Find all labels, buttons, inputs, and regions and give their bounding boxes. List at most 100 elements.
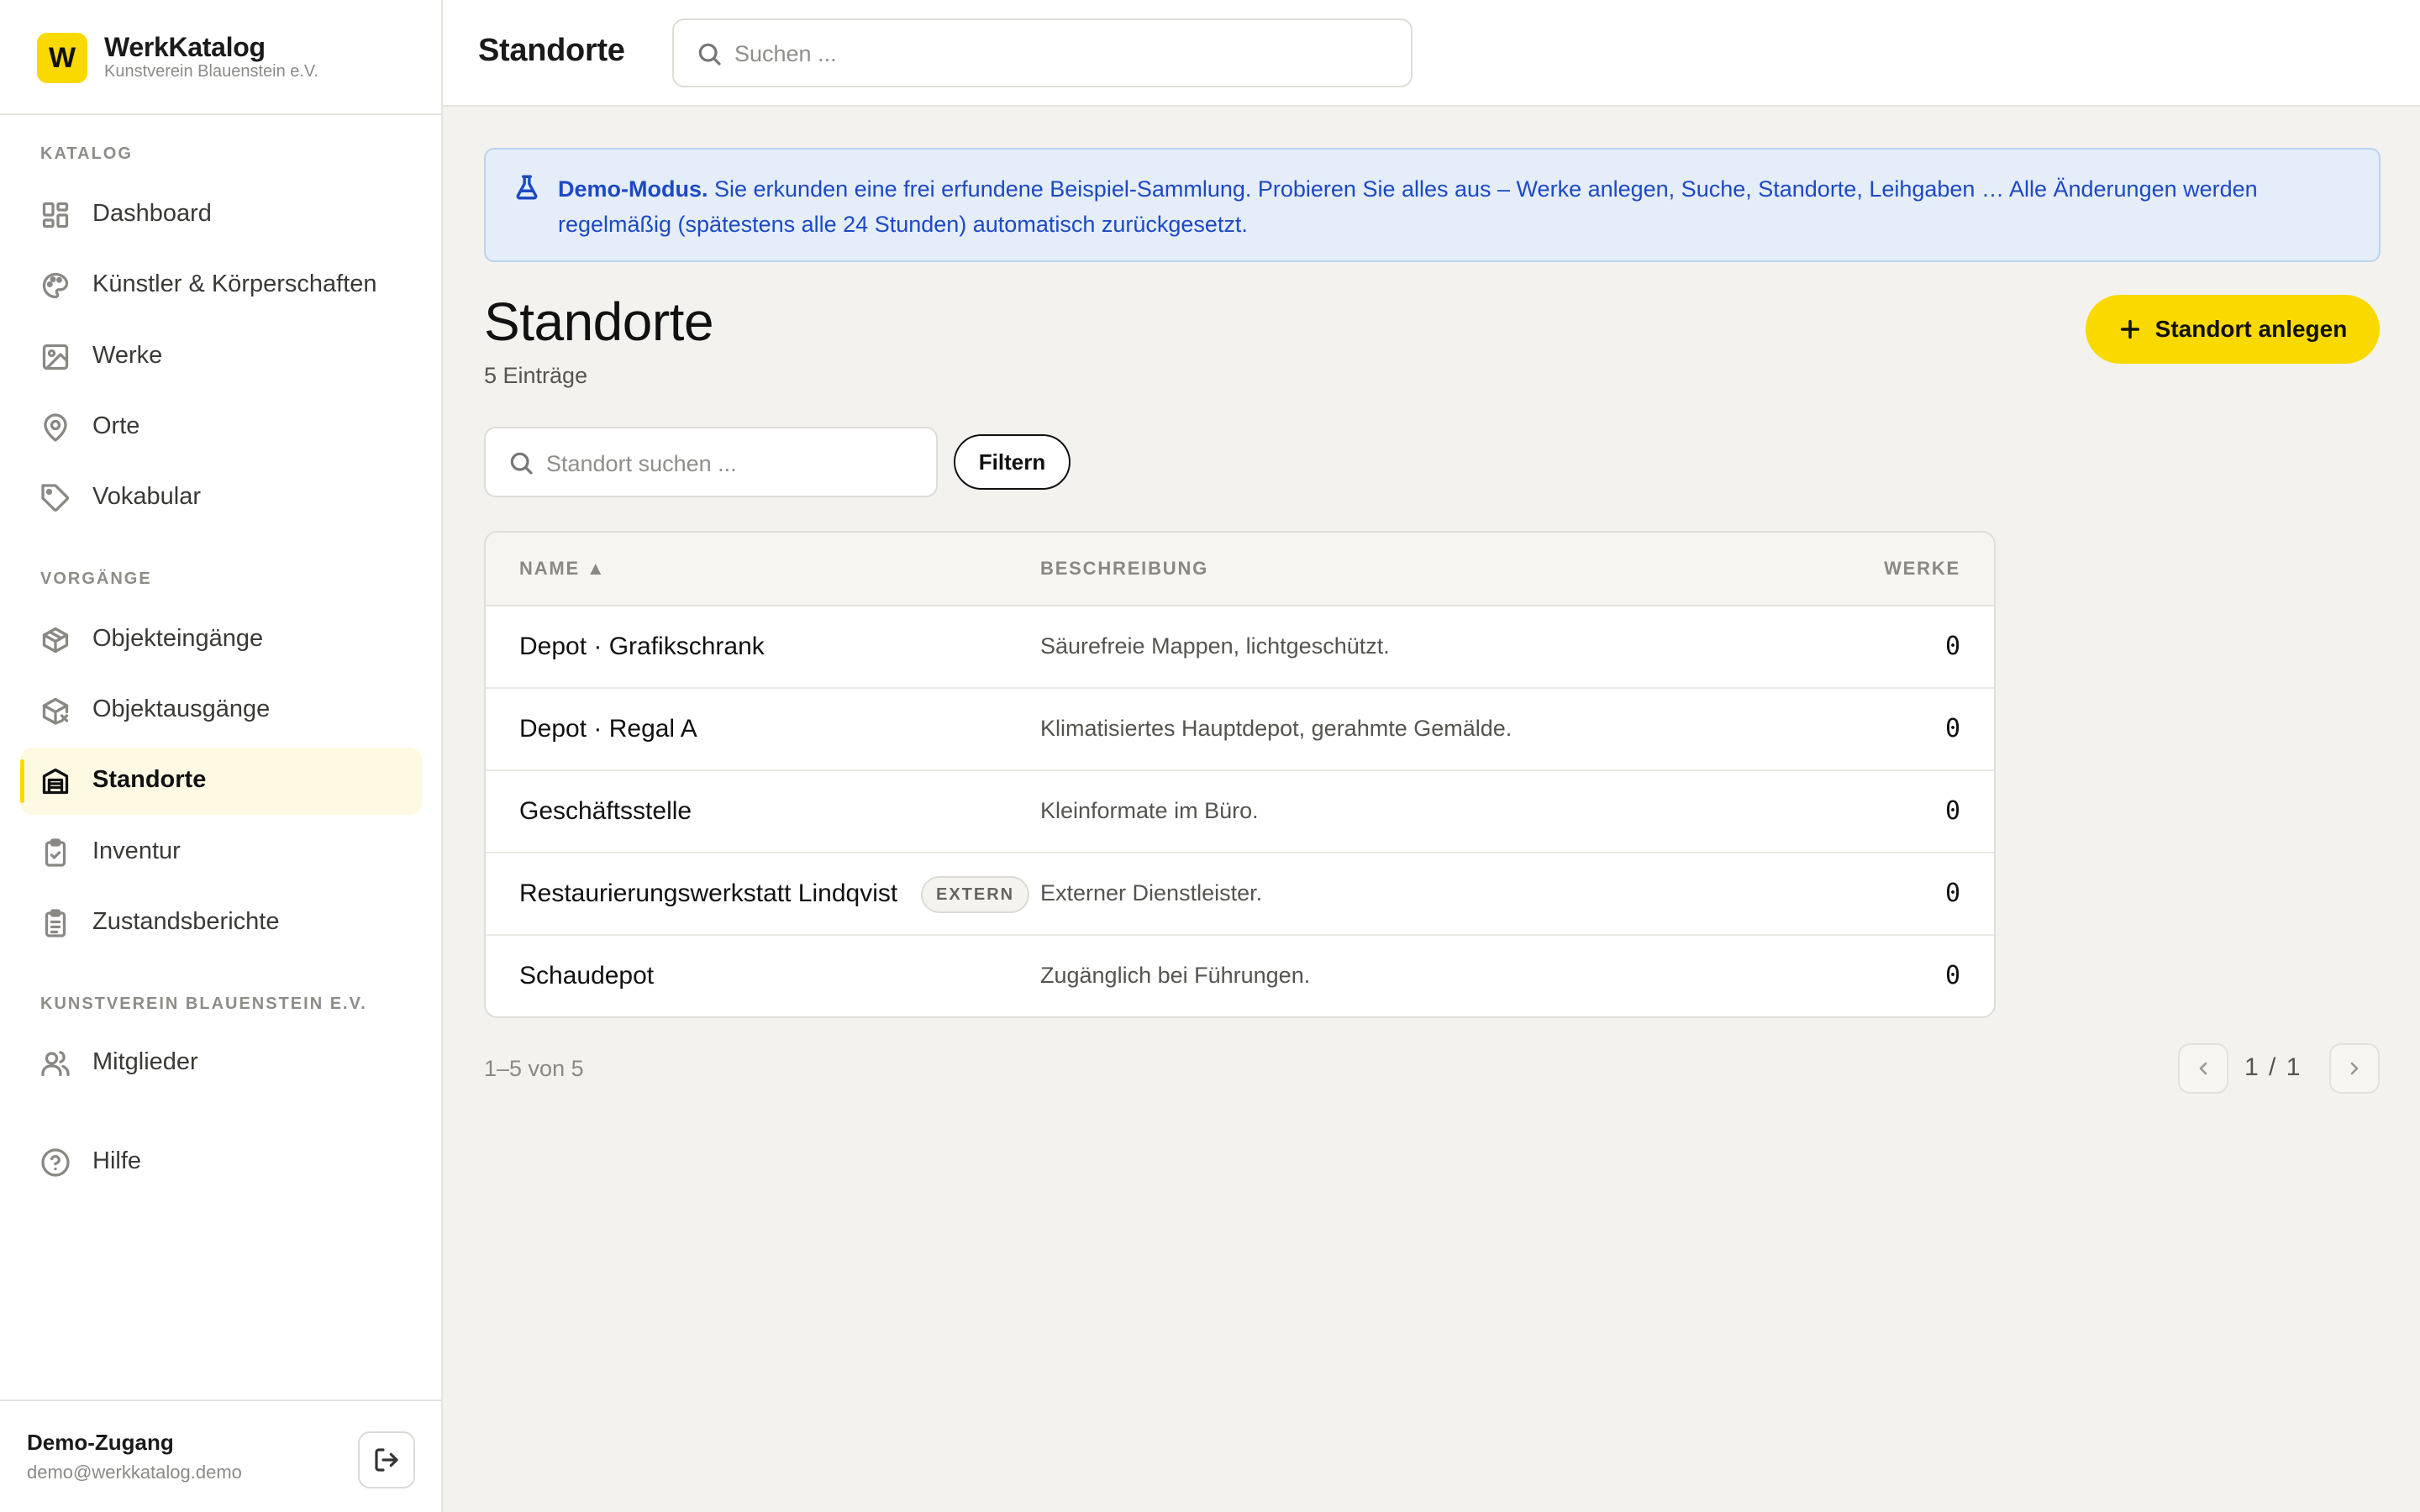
sidebar-item-label: Dashboard	[92, 200, 212, 227]
sidebar-item-label: Objekteingänge	[92, 625, 264, 652]
pagination-page: 1 / 1	[2244, 1053, 2302, 1081]
package-in-icon	[40, 625, 71, 655]
package-out-icon	[40, 696, 71, 726]
sidebar-item-label: Inventur	[92, 837, 181, 864]
page-title: Standorte	[484, 291, 714, 352]
header-title: Standorte	[478, 33, 625, 68]
search-icon	[510, 452, 533, 475]
search-icon	[698, 43, 721, 66]
dashboard-grid-icon	[40, 200, 71, 230]
location-name: Geschäftsstelle	[519, 797, 692, 825]
works-count: 0	[1944, 961, 1960, 990]
add-location-button[interactable]: Standort anlegen	[2086, 295, 2380, 364]
section-label-vorgaenge: VORGÄNGE	[40, 570, 152, 588]
plus-icon	[2120, 319, 2139, 339]
sidebar-item-objektausgaenge[interactable]: Objektausgänge	[20, 677, 422, 744]
demo-banner: Demo-Modus. Sie erkunden eine frei erfun…	[484, 148, 2381, 262]
top-header: Standorte	[443, 0, 2420, 107]
location-description: Klimatisiertes Hauptdepot, gerahmte Gemä…	[1040, 716, 1512, 741]
clipboard-check-icon	[40, 837, 71, 868]
map-pin-icon	[40, 412, 71, 443]
brand-org: Kunstverein Blauenstein e.V.	[104, 62, 318, 81]
user-name: Demo-Zugang	[27, 1430, 174, 1455]
sidebar-item-label: Standorte	[92, 766, 207, 793]
sidebar-item-inventur[interactable]: Inventur	[20, 819, 422, 886]
demo-banner-message: Sie erkunden eine frei erfundene Beispie…	[558, 176, 2258, 237]
location-name: Depot · Regal A	[519, 715, 697, 743]
chevron-right-icon	[2350, 1062, 2359, 1075]
table-row[interactable]: Restaurierungswerkstatt Lindqvist EXTERN…	[486, 853, 1994, 936]
previous-page-button[interactable]	[2178, 1043, 2228, 1094]
tag-icon	[40, 483, 71, 513]
column-header-description: BESCHREIBUNG	[1040, 558, 1209, 579]
image-icon	[40, 342, 71, 372]
section-label-katalog: KATALOG	[40, 144, 133, 163]
works-count: 0	[1944, 632, 1960, 661]
global-search[interactable]	[672, 18, 1413, 87]
sidebar-item-dashboard[interactable]: Dashboard	[20, 181, 422, 249]
demo-banner-strong: Demo-Modus.	[558, 176, 708, 202]
sidebar-item-kuenstler[interactable]: Künstler & Körperschaften	[20, 252, 422, 319]
sidebar-item-label: Werke	[92, 342, 163, 369]
sidebar-item-werke[interactable]: Werke	[20, 323, 422, 391]
locations-table: NAME ▲ BESCHREIBUNG WERKE Depot · Grafik…	[484, 531, 1996, 1018]
sidebar-item-zustandsberichte[interactable]: Zustandsberichte	[20, 890, 422, 957]
location-description: Zugänglich bei Führungen.	[1040, 963, 1311, 988]
logout-button[interactable]	[358, 1431, 415, 1488]
user-footer: Demo-Zugang demo@werkkatalog.demo	[0, 1399, 441, 1512]
sidebar-item-label: Mitglieder	[92, 1048, 198, 1075]
works-count: 0	[1944, 796, 1960, 826]
sidebar-item-hilfe[interactable]: Hilfe	[20, 1129, 422, 1196]
sidebar-item-mitglieder[interactable]: Mitglieder	[20, 1030, 422, 1097]
sidebar-item-standorte[interactable]: Standorte	[20, 748, 422, 815]
location-search-input[interactable]	[546, 447, 916, 480]
sidebar-item-label: Vokabular	[92, 483, 201, 510]
sidebar-item-vokabular[interactable]: Vokabular	[20, 465, 422, 532]
brand-name: WerkKatalog	[104, 32, 266, 62]
demo-banner-text: Demo-Modus. Sie erkunden eine frei erfun…	[558, 171, 2356, 242]
sidebar: W WerkKatalog Kunstverein Blauenstein e.…	[0, 0, 443, 1512]
sidebar-item-label: Orte	[92, 412, 140, 439]
warehouse-icon	[40, 766, 71, 796]
filter-button[interactable]: Filtern	[954, 434, 1071, 490]
sidebar-item-label: Zustandsberichte	[92, 908, 280, 935]
location-name: Schaudepot	[519, 962, 655, 990]
location-search[interactable]	[484, 427, 938, 497]
brand[interactable]: W WerkKatalog Kunstverein Blauenstein e.…	[0, 0, 441, 115]
help-circle-icon	[40, 1147, 71, 1178]
pagination-range: 1–5 von 5	[484, 1056, 584, 1081]
next-page-button[interactable]	[2329, 1043, 2380, 1094]
app-root: W WerkKatalog Kunstverein Blauenstein e.…	[0, 0, 2420, 1512]
location-description: Kleinformate im Büro.	[1040, 798, 1259, 823]
sidebar-item-orte[interactable]: Orte	[20, 394, 422, 461]
sidebar-item-objekteingaenge[interactable]: Objekteingänge	[20, 606, 422, 674]
location-name: Restaurierungswerkstatt Lindqvist	[519, 879, 898, 907]
section-label-verein: KUNSTVEREIN BLAUENSTEIN E.V.	[40, 995, 367, 1013]
table-header: NAME ▲ BESCHREIBUNG WERKE	[486, 533, 1994, 606]
entry-count: 5 Einträge	[484, 363, 588, 388]
users-icon	[40, 1048, 71, 1079]
table-row[interactable]: Geschäftsstelle Kleinformate im Büro. 0	[486, 771, 1994, 853]
logout-icon	[373, 1446, 400, 1473]
palette-icon	[40, 270, 71, 301]
table-row[interactable]: Depot · Grafikschrank Säurefreie Mappen,…	[486, 606, 1994, 689]
clipboard-list-icon	[40, 908, 71, 938]
brand-logo-icon: W	[37, 33, 87, 83]
column-header-name[interactable]: NAME ▲	[519, 558, 606, 580]
location-name: Depot · Grafikschrank	[519, 633, 765, 660]
global-search-input[interactable]	[734, 37, 1390, 71]
works-count: 0	[1944, 879, 1960, 908]
sidebar-item-label: Künstler & Körperschaften	[92, 270, 377, 297]
add-location-label: Standort anlegen	[2154, 316, 2348, 342]
location-description: Säurefreie Mappen, lichtgeschützt.	[1040, 633, 1390, 659]
sidebar-item-label: Objektausgänge	[92, 696, 271, 722]
extern-badge: EXTERN	[921, 876, 1030, 913]
column-header-works: WERKE	[1884, 558, 1960, 579]
table-row[interactable]: Depot · Regal A Klimatisiertes Hauptdepo…	[486, 689, 1994, 771]
chevron-left-icon	[2199, 1062, 2207, 1075]
flask-icon	[516, 175, 538, 200]
table-row[interactable]: Schaudepot Zugänglich bei Führungen. 0	[486, 936, 1994, 1016]
sidebar-item-label: Hilfe	[92, 1147, 142, 1174]
works-count: 0	[1944, 714, 1960, 743]
location-description: Externer Dienstleister.	[1040, 880, 1263, 906]
